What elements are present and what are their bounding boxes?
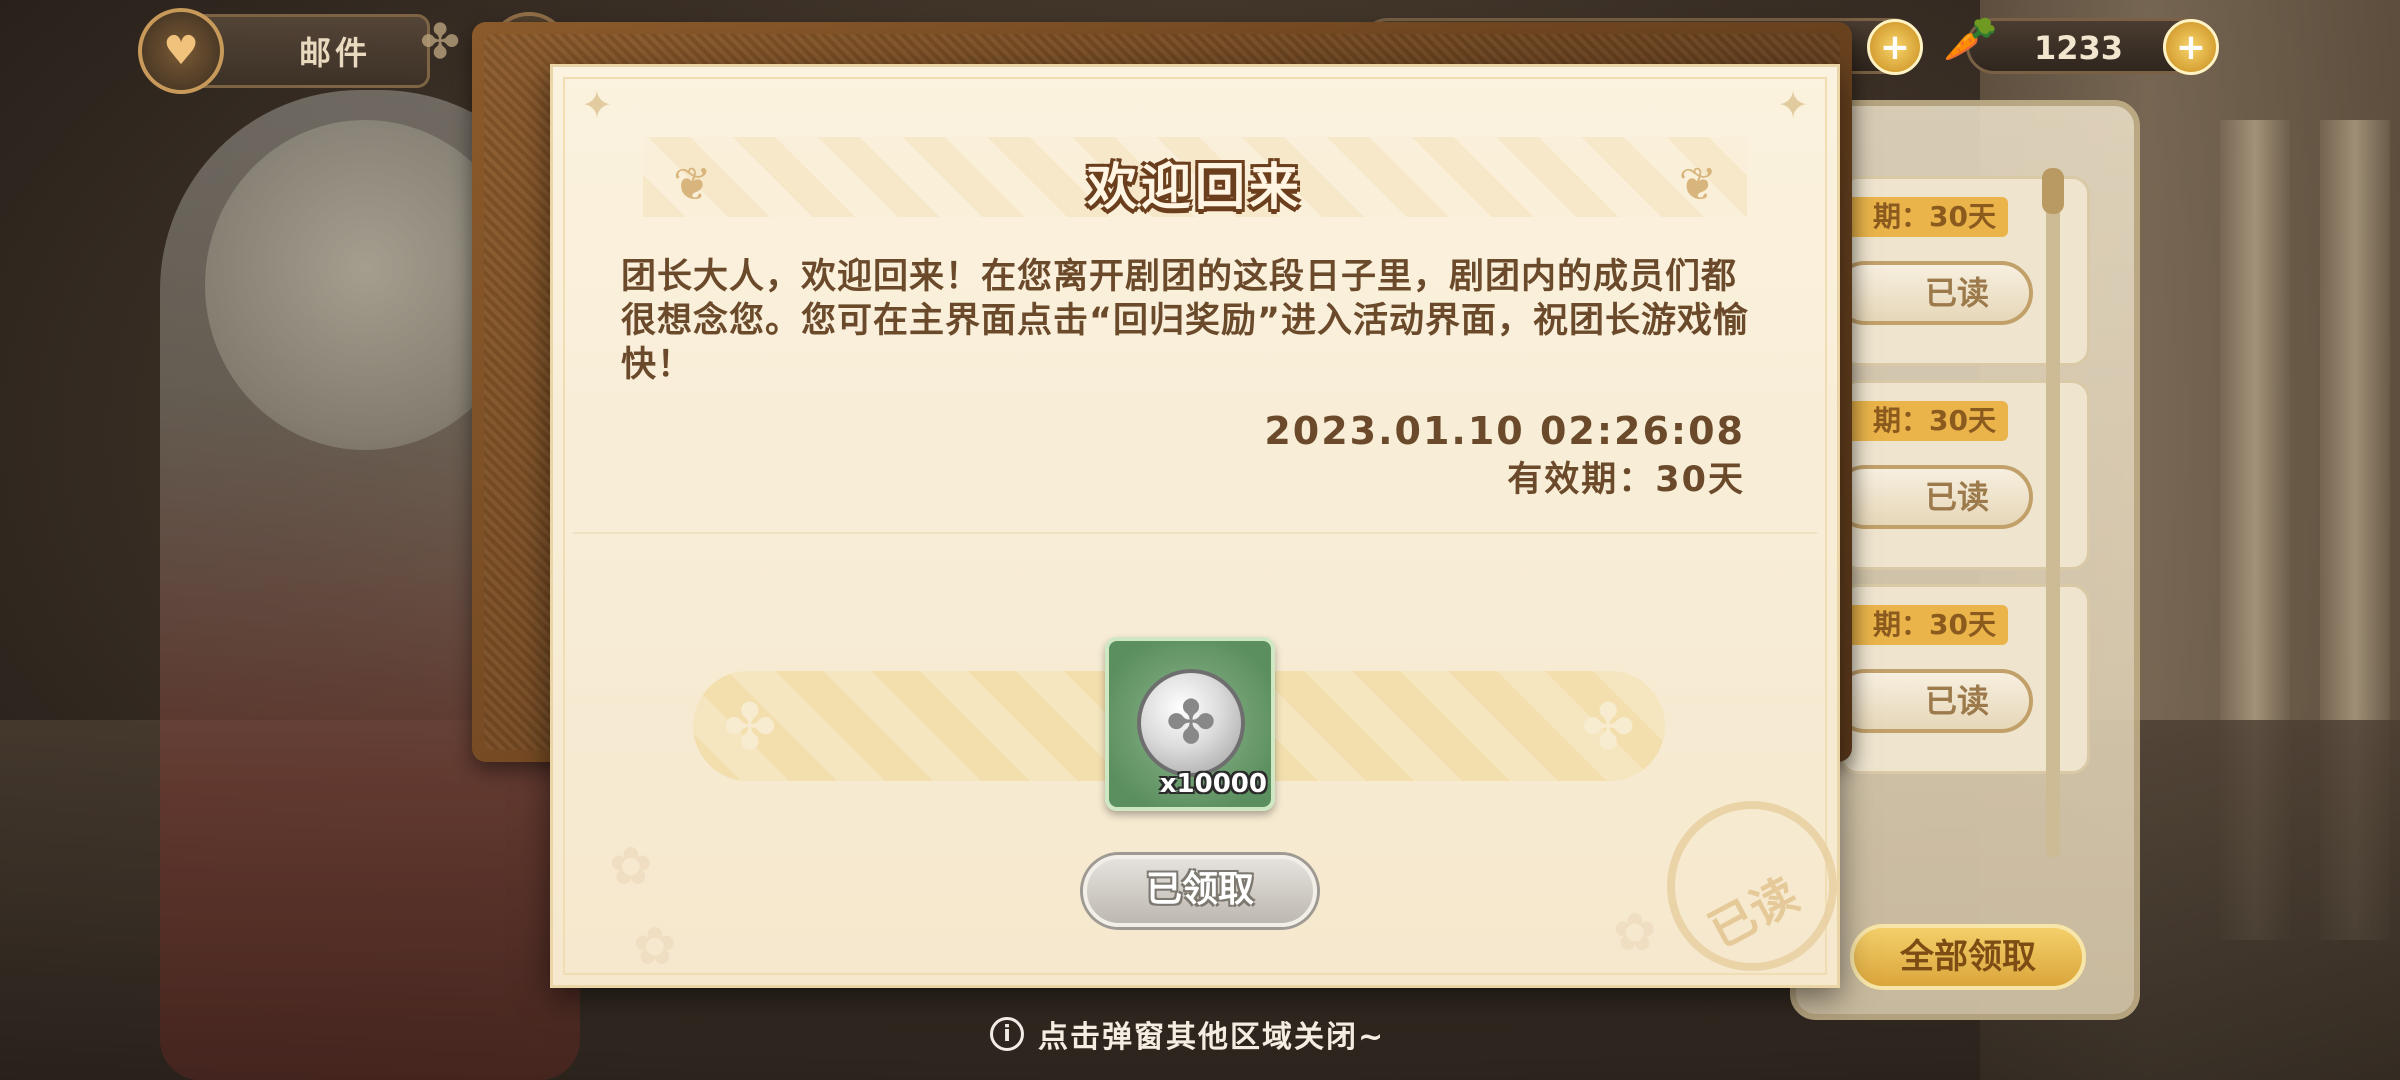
corner-ornament-icon: ✦ (1777, 83, 1809, 127)
mail-expiry-tag: 期：30天 (1843, 605, 2008, 645)
mail-expiry: 有效期：30天 (1507, 460, 1745, 500)
read-stamp: 已读 (1667, 801, 1837, 971)
flower-decoration-icon: ✿ (633, 917, 677, 977)
flower-decoration-icon: ✿ (609, 837, 653, 897)
clover-icon: ✤ (420, 14, 461, 70)
scrollbar-thumb[interactable] (2042, 168, 2064, 214)
claimed-button[interactable]: 已领取 (1083, 855, 1317, 927)
mail-read-status: 已读 (1833, 465, 2033, 529)
carrot-icon: 🥕 (1943, 14, 1998, 65)
currency-1-add-button[interactable]: + (1867, 19, 1923, 75)
clover-icon: ✤ (1581, 691, 1635, 765)
mail-expiry-tag: 期：30天 (1843, 197, 2008, 237)
mail-list-scrollbar[interactable] (2042, 168, 2064, 858)
currency-2-add-button[interactable]: + (2163, 19, 2219, 75)
mail-read-status: 已读 (1833, 261, 2033, 325)
close-hint-text: 点击弹窗其他区域关闭~ (1038, 1020, 1386, 1055)
stamp-label: 已读 (1700, 867, 1807, 959)
clover-coin-icon: ✤ (1137, 669, 1245, 777)
dialog-message: 团长大人，欢迎回来！在您离开剧团的这段日子里，剧团内的成员们都很想念您。您可在主… (621, 257, 1750, 385)
back-heart-icon[interactable]: ♥ (138, 8, 224, 94)
reward-quantity: x10000 (1159, 769, 1267, 799)
close-hint: i 点击弹窗其他区域关闭~ (990, 1012, 1385, 1056)
flower-decoration-icon: ✿ (1613, 903, 1657, 963)
mail-date: 2023.01.10 02:26:08 (1264, 409, 1745, 453)
claim-all-button[interactable]: 全部领取 (1850, 924, 2086, 990)
mail-read-status: 已读 (1833, 669, 2033, 733)
page-title: 邮件 (298, 34, 371, 72)
info-icon: i (990, 1017, 1024, 1051)
reward-item[interactable]: ✤ x10000 (1105, 637, 1275, 811)
currency-2-bar: 🥕 1233 + (1943, 14, 2219, 75)
paper-fold-line (573, 532, 1817, 534)
welcome-back-dialog: ✦ ✦ ❦ ❦ 欢迎回来 团长大人，欢迎回来！在您离开剧团的这段日子里，剧团内的… (550, 64, 1840, 988)
clover-icon: ✤ (723, 691, 777, 765)
corner-ornament-icon: ✦ (581, 83, 613, 127)
currency-2-value: 1233 (2033, 29, 2123, 67)
mail-expiry-tag: 期：30天 (1843, 401, 2008, 441)
dialog-title: 欢迎回来 (1087, 158, 1303, 216)
